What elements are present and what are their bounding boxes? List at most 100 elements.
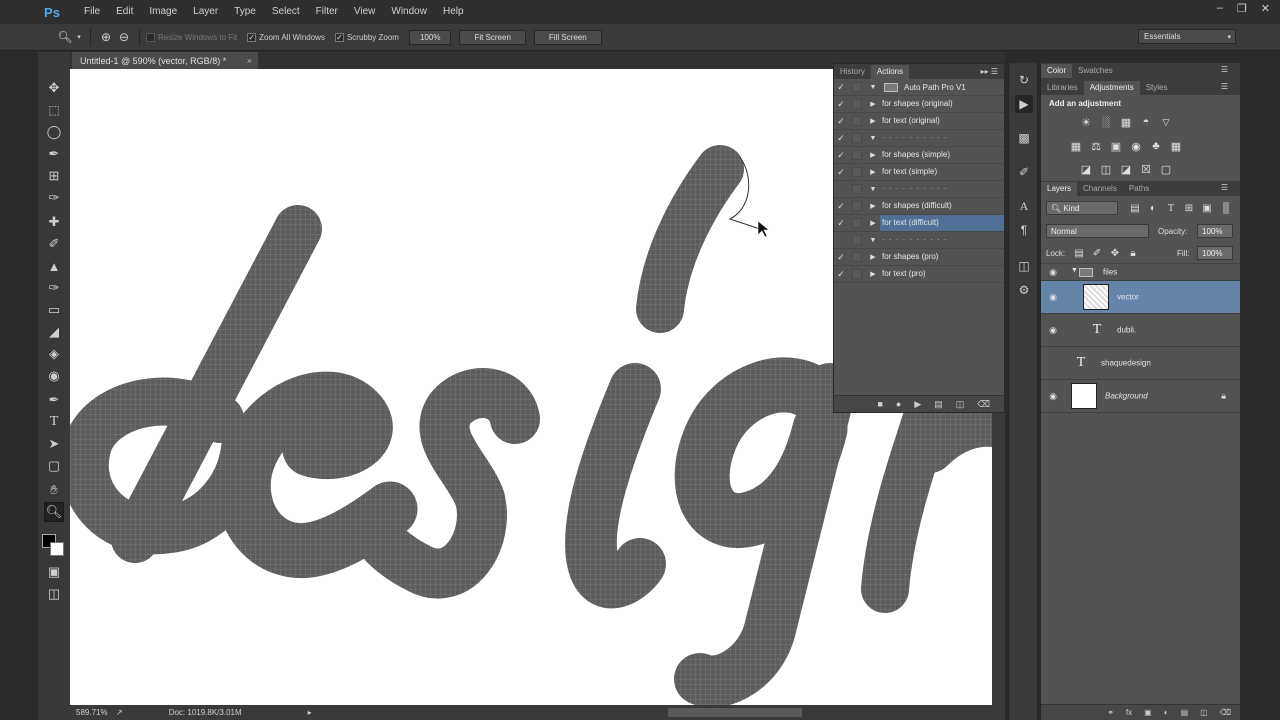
- action-check-icon[interactable]: ✓: [834, 201, 848, 212]
- posterize-icon[interactable]: ◫: [1099, 162, 1113, 176]
- black-white-icon[interactable]: ▣: [1109, 139, 1123, 153]
- visibility-eye-icon[interactable]: ◉: [1047, 291, 1059, 303]
- action-row[interactable]: ✓ ▶ for shapes (simple): [834, 147, 1004, 164]
- vibrance-icon[interactable]: ▽: [1159, 115, 1173, 129]
- menu-view[interactable]: View: [346, 0, 384, 24]
- color-balance-icon[interactable]: ⚖: [1089, 139, 1103, 153]
- eraser-tool-icon[interactable]: ▭: [44, 300, 64, 320]
- disclosure-open-icon[interactable]: ▼: [866, 135, 880, 142]
- history-icon[interactable]: ↻: [1015, 71, 1033, 89]
- menu-edit[interactable]: Edit: [108, 0, 141, 24]
- action-check-icon[interactable]: ✓: [834, 150, 848, 161]
- brightness-icon[interactable]: ☀: [1079, 115, 1093, 129]
- zoom-all-windows-checkbox[interactable]: ✓ Zoom All Windows: [247, 32, 325, 42]
- status-menu-arrow-icon[interactable]: ▸: [308, 708, 312, 717]
- add-mask-icon[interactable]: ▣: [1144, 708, 1152, 717]
- lock-all-icon[interactable]: 🔒︎: [1127, 247, 1139, 259]
- paragraph-icon[interactable]: ¶: [1015, 221, 1033, 239]
- hue-saturation-icon[interactable]: ▦: [1069, 139, 1083, 153]
- visibility-eye-icon[interactable]: ◉: [1047, 266, 1059, 278]
- action-row[interactable]: ✓ ▶ for shapes (difficult): [834, 198, 1004, 215]
- dialog-toggle[interactable]: [852, 82, 862, 92]
- action-divider-row[interactable]: ▼ · · · · · · · · · ·: [834, 232, 1004, 249]
- photo-filter-icon[interactable]: ◉: [1129, 139, 1143, 153]
- filter-shape-icon[interactable]: ⊞: [1183, 202, 1195, 214]
- lock-pixels-icon[interactable]: ✐: [1091, 247, 1103, 259]
- menu-type[interactable]: Type: [226, 0, 264, 24]
- visibility-eye-icon[interactable]: [1047, 357, 1059, 369]
- layer-row[interactable]: ◉ ▼ files: [1041, 264, 1240, 281]
- action-row[interactable]: ✓ ▶ for text (difficult): [834, 215, 1004, 232]
- filter-toggle[interactable]: [1223, 202, 1229, 214]
- new-adjustment-icon[interactable]: ◐: [1164, 708, 1169, 717]
- path-selection-tool-icon[interactable]: ➤: [44, 434, 64, 454]
- action-check-icon[interactable]: ✓: [834, 99, 848, 110]
- stop-icon[interactable]: ■: [877, 399, 882, 409]
- tool-preset-arrow-icon[interactable]: ▾: [74, 28, 84, 46]
- menu-filter[interactable]: Filter: [308, 0, 346, 24]
- disclosure-closed-icon[interactable]: ▶: [866, 219, 880, 227]
- action-check-icon[interactable]: ✓: [834, 116, 848, 127]
- tab-paths[interactable]: Paths: [1123, 182, 1155, 196]
- filter-smart-object-icon[interactable]: ▣: [1201, 202, 1213, 214]
- minimize-icon[interactable]: –: [1217, 2, 1223, 15]
- workspace-select[interactable]: Essentials ▾: [1138, 29, 1236, 44]
- status-zoom-level[interactable]: 589.71%: [76, 708, 116, 717]
- curves-icon[interactable]: ▦: [1119, 115, 1133, 129]
- disclosure-closed-icon[interactable]: ▶: [866, 270, 880, 278]
- close-icon[interactable]: ✕: [1261, 2, 1270, 15]
- close-tab-icon[interactable]: ×: [247, 56, 252, 66]
- action-row[interactable]: ✓ ▶ for shapes (original): [834, 96, 1004, 113]
- blend-mode-select[interactable]: Normal: [1046, 224, 1149, 238]
- background-color-swatch[interactable]: [50, 542, 64, 556]
- opacity-input[interactable]: 100%: [1197, 224, 1233, 238]
- channel-mixer-icon[interactable]: ♣: [1149, 139, 1163, 153]
- clone-stamp-tool-icon[interactable]: ▲: [44, 256, 64, 276]
- properties-icon[interactable]: ▩: [1015, 129, 1033, 147]
- visibility-eye-icon[interactable]: ◉: [1047, 324, 1059, 336]
- rectangle-tool-icon[interactable]: ▢: [44, 456, 64, 476]
- visibility-eye-icon[interactable]: ◉: [1047, 390, 1059, 402]
- panel-collapse-icon[interactable]: ▸▸ ☰: [981, 65, 998, 79]
- eyedropper-tool-icon[interactable]: ✑: [44, 188, 64, 208]
- document-tab[interactable]: Untitled-1 @ 590% (vector, RGB/8) * ×: [72, 52, 258, 69]
- fill-screen-button[interactable]: Fill Screen: [533, 29, 602, 45]
- action-divider-row[interactable]: ▼ · · · · · · · · · ·: [834, 181, 1004, 198]
- actions-play-icon[interactable]: ▶: [1015, 95, 1033, 113]
- healing-brush-tool-icon[interactable]: ✚: [44, 212, 64, 232]
- menu-help[interactable]: Help: [435, 0, 472, 24]
- layer-style-icon[interactable]: fx: [1126, 708, 1132, 717]
- dialog-toggle[interactable]: [852, 235, 862, 245]
- zoom-out-icon[interactable]: ⊖: [115, 28, 133, 46]
- dialog-toggle[interactable]: [852, 218, 862, 228]
- link-layers-icon[interactable]: ⚭: [1107, 708, 1114, 717]
- threshold-icon[interactable]: ◪: [1119, 162, 1133, 176]
- zoom-in-icon[interactable]: ⊕: [97, 28, 115, 46]
- dialog-toggle[interactable]: [852, 201, 862, 211]
- pen-tool-icon[interactable]: ✒: [44, 390, 64, 410]
- action-check-icon[interactable]: ✓: [834, 82, 848, 93]
- crop-tool-icon[interactable]: ⊞: [44, 166, 64, 186]
- levels-icon[interactable]: ░: [1099, 115, 1113, 129]
- menu-select[interactable]: Select: [264, 0, 308, 24]
- dialog-toggle[interactable]: [852, 167, 862, 177]
- dialog-toggle[interactable]: [852, 184, 862, 194]
- layer-row[interactable]: Tshaquedesign: [1041, 347, 1240, 380]
- dialog-toggle[interactable]: [852, 116, 862, 126]
- disclosure-closed-icon[interactable]: ▶: [866, 100, 880, 108]
- filter-pixel-icon[interactable]: ▤: [1129, 202, 1141, 214]
- action-check-icon[interactable]: ✓: [834, 252, 848, 263]
- disclosure-closed-icon[interactable]: ▶: [866, 117, 880, 125]
- action-check-icon[interactable]: ✓: [834, 269, 848, 280]
- menu-layer[interactable]: Layer: [185, 0, 226, 24]
- zoom-100-button[interactable]: 100%: [408, 29, 452, 45]
- screen-mode-icon[interactable]: ◫: [44, 584, 64, 604]
- paint-bucket-tool-icon[interactable]: ◢: [44, 322, 64, 342]
- panel-menu-icon[interactable]: ☰: [1221, 181, 1228, 195]
- brush-presets-icon[interactable]: ✐: [1015, 163, 1033, 181]
- restore-icon[interactable]: ❐: [1237, 2, 1247, 15]
- play-icon[interactable]: ▶: [914, 399, 921, 410]
- gradient-map-icon[interactable]: ☒: [1139, 162, 1153, 176]
- resize-windows-checkbox[interactable]: Resize Windows to Fit: [146, 32, 237, 42]
- disclosure-triangle-icon[interactable]: ▼: [866, 84, 880, 91]
